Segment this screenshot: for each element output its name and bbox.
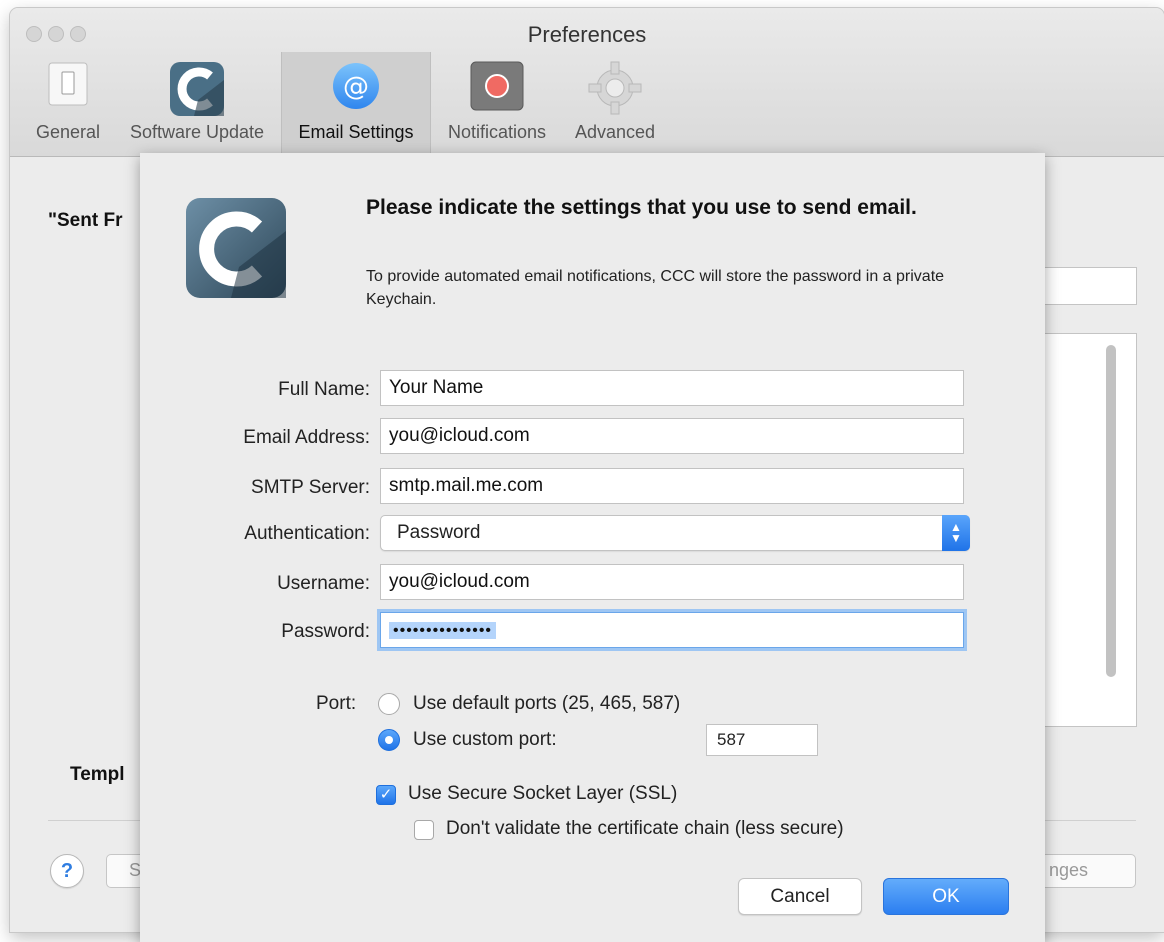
sent-from-field[interactable] <box>1040 267 1137 305</box>
window-title: Preferences <box>527 22 647 47</box>
tab-email-settings[interactable]: @ Email Settings <box>281 52 431 156</box>
tab-advanced[interactable]: Advanced <box>562 52 668 156</box>
record-icon <box>469 60 525 117</box>
template-scrollbar[interactable] <box>1104 335 1118 730</box>
no-validate-label: Don't validate the certificate chain (le… <box>446 818 844 839</box>
tab-software-update[interactable]: Software Update <box>114 52 280 156</box>
email-address-label: Email Address: <box>243 427 370 448</box>
smtp-server-field[interactable]: smtp.mail.me.com <box>380 468 964 504</box>
dialog-description: To provide automated email notifications… <box>366 268 945 308</box>
tab-notifications-label: Notifications <box>447 122 547 142</box>
port-label: Port: <box>316 693 357 714</box>
password-value: ••••••••••••••• <box>389 622 497 639</box>
ok-button[interactable]: OK <box>883 878 1009 915</box>
authentication-select[interactable]: Password ▲ ▼ <box>380 515 970 551</box>
password-label: Password: <box>281 621 370 642</box>
tab-general-label: General <box>35 122 101 142</box>
tab-email-settings-label: Email Settings <box>298 122 414 142</box>
smtp-server-label: SMTP Server: <box>251 477 370 498</box>
tab-software-update-label: Software Update <box>129 122 265 142</box>
template-label: Templ <box>70 764 125 785</box>
email-address-field[interactable]: you@icloud.com <box>380 418 964 454</box>
ssl-checkbox[interactable]: ✓ <box>376 785 396 805</box>
username-field[interactable]: you@icloud.com <box>380 564 964 600</box>
custom-port-field[interactable]: 587 <box>706 724 818 756</box>
tab-advanced-label: Advanced <box>574 122 656 142</box>
ccc-logo-icon <box>185 197 287 304</box>
ssl-label: Use Secure Socket Layer (SSL) <box>408 783 678 804</box>
custom-port-label: Use custom port: <box>413 729 557 750</box>
switch-icon <box>46 60 90 113</box>
chevron-updown-icon: ▲ ▼ <box>942 515 970 551</box>
default-ports-label: Use default ports (25, 465, 587) <box>413 693 681 714</box>
sent-from-label: "Sent Fr <box>48 210 123 231</box>
authentication-label: Authentication: <box>244 523 370 544</box>
default-ports-radio[interactable] <box>378 693 400 715</box>
gear-icon <box>587 60 643 121</box>
authentication-value: Password <box>397 522 481 543</box>
at-sign-icon: @ <box>330 60 382 117</box>
tab-general[interactable]: General <box>22 52 114 156</box>
checkmark-icon: ✓ <box>379 786 393 803</box>
full-name-label: Full Name: <box>278 379 370 400</box>
titlebar: Preferences General Software Update @ Em… <box>10 8 1164 157</box>
no-validate-checkbox[interactable] <box>414 820 434 840</box>
scroll-thumb[interactable] <box>1106 345 1116 677</box>
svg-text:@: @ <box>343 72 369 102</box>
help-button[interactable]: ? <box>50 854 84 888</box>
dialog-heading: Please indicate the settings that you us… <box>366 196 917 219</box>
email-settings-sheet: Please indicate the settings that you us… <box>140 153 1045 942</box>
cancel-button[interactable]: Cancel <box>738 878 862 915</box>
template-editor[interactable] <box>1040 333 1137 727</box>
custom-port-radio[interactable] <box>378 729 400 751</box>
full-name-field[interactable]: Your Name <box>380 370 964 406</box>
ccc-logo-icon <box>168 60 226 123</box>
save-changes-button-label: nges <box>1049 860 1089 880</box>
tab-notifications[interactable]: Notifications <box>434 52 560 156</box>
username-label: Username: <box>277 573 370 594</box>
password-field[interactable]: ••••••••••••••• <box>380 612 964 648</box>
